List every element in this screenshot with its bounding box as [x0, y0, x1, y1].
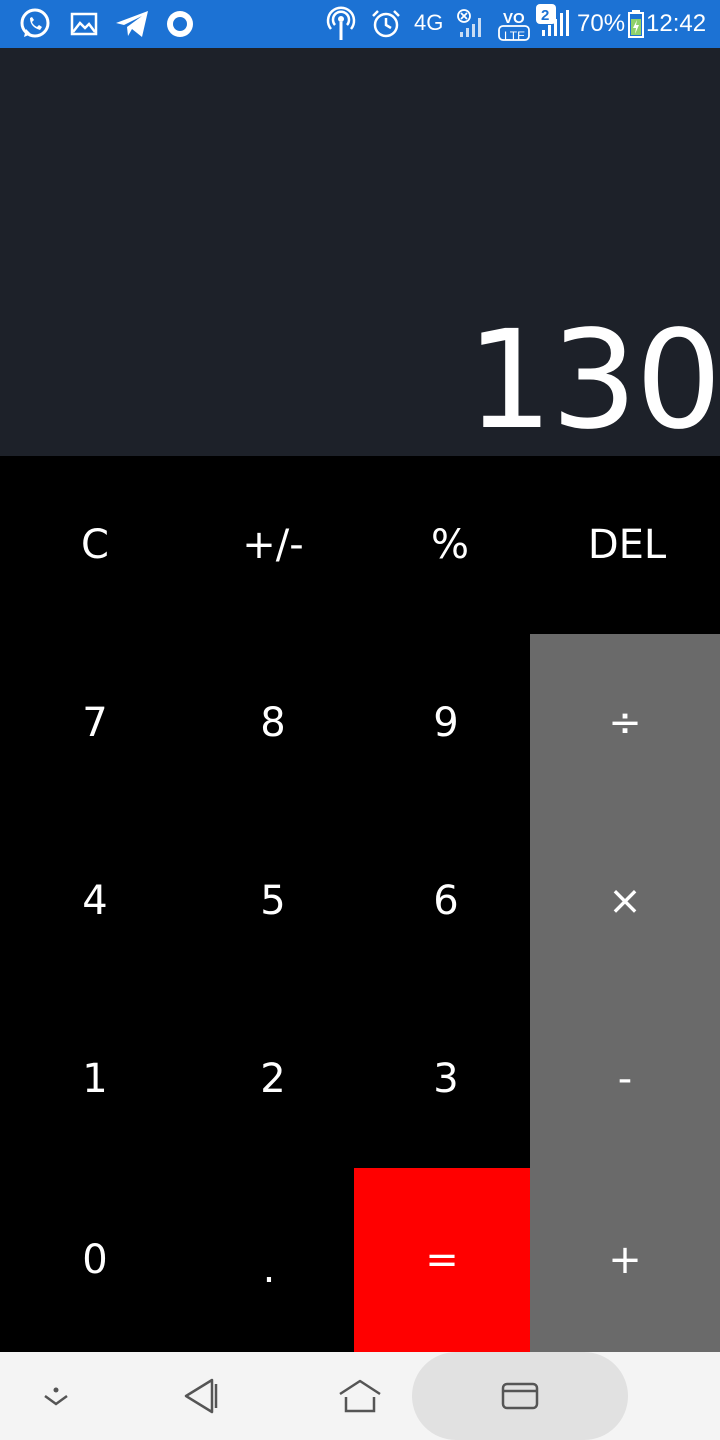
multiply-button[interactable]: × — [530, 812, 720, 990]
display-value: 130 — [466, 302, 720, 460]
clock: 12:42 — [646, 10, 707, 37]
hotspot-icon — [326, 6, 356, 40]
digit-5-button[interactable]: 5 — [184, 812, 362, 990]
lte-label: LTE — [504, 29, 526, 43]
add-button[interactable]: + — [530, 1168, 720, 1352]
divide-button[interactable]: ÷ — [530, 634, 720, 812]
equals-button[interactable]: = — [354, 1168, 530, 1352]
telegram-icon — [116, 11, 148, 37]
signal-icon — [457, 9, 481, 37]
whatsapp-icon — [20, 8, 50, 38]
digit-4-button[interactable]: 4 — [6, 812, 184, 990]
digit-0-button[interactable]: 0 — [6, 1168, 184, 1352]
home-icon[interactable] — [338, 1378, 382, 1414]
digit-9-button[interactable]: 9 — [362, 634, 530, 812]
digit-7-button[interactable]: 7 — [6, 634, 184, 812]
digit-2-button[interactable]: 2 — [184, 990, 362, 1168]
back-icon[interactable] — [182, 1378, 222, 1414]
recents-icon[interactable] — [500, 1380, 540, 1412]
alarm-icon — [372, 10, 400, 38]
clear-button[interactable]: C — [6, 456, 184, 634]
digit-3-button[interactable]: 3 — [362, 990, 530, 1168]
digit-8-button[interactable]: 8 — [184, 634, 362, 812]
delete-button[interactable]: DEL — [538, 456, 716, 634]
digit-6-button[interactable]: 6 — [362, 812, 530, 990]
record-icon — [167, 11, 193, 37]
decimal-button[interactable]: . — [184, 1168, 354, 1352]
network-type: 4G — [414, 10, 444, 35]
display-panel: 130 — [0, 48, 720, 456]
navigation-bar — [0, 1352, 720, 1440]
signal-strength-icon — [542, 10, 569, 36]
percent-button[interactable]: % — [362, 456, 538, 634]
battery-icon — [628, 10, 644, 38]
gallery-icon — [70, 12, 98, 36]
digit-1-button[interactable]: 1 — [6, 990, 184, 1168]
keypad: C +/- % DEL 7 8 9 ÷ 4 5 6 × 1 2 3 - 0 . … — [0, 456, 720, 1352]
collapse-icon[interactable] — [40, 1382, 72, 1410]
subtract-button[interactable]: - — [530, 990, 720, 1168]
status-bar: 4G VO LTE 2 70% 12:42 — [0, 0, 720, 48]
negate-button[interactable]: +/- — [184, 456, 362, 634]
battery-percent: 70% — [577, 10, 626, 37]
